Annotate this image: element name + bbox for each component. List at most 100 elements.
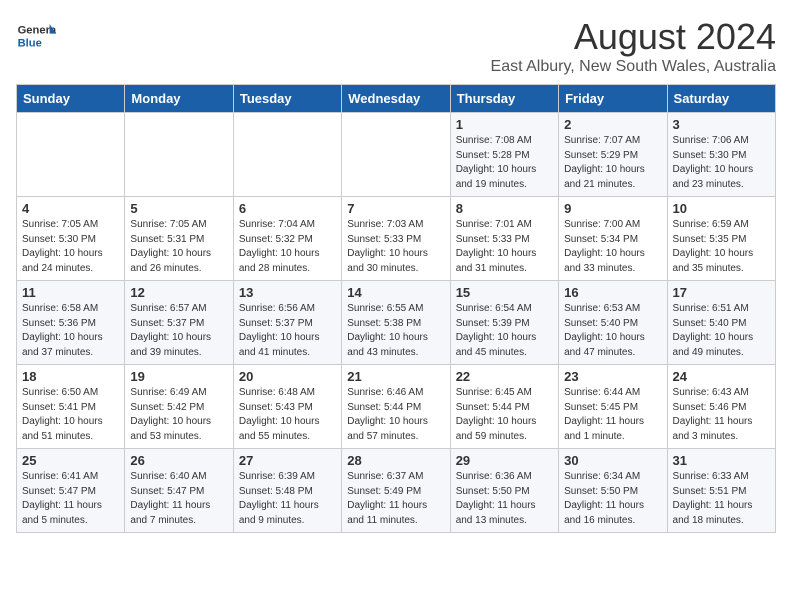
day-info: Sunrise: 6:58 AM Sunset: 5:36 PM Dayligh… <box>22 302 119 360</box>
day-number: 13 <box>239 285 336 300</box>
day-number: 15 <box>456 285 553 300</box>
calendar-cell: 4 Sunrise: 7:05 AM Sunset: 5:30 PM Daylig… <box>17 197 125 281</box>
calendar-week-1: 1 Sunrise: 7:08 AM Sunset: 5:28 PM Daylig… <box>17 113 776 197</box>
logo-icon: General Blue <box>16 16 56 56</box>
logo: General Blue <box>16 16 60 56</box>
calendar-week-2: 4 Sunrise: 7:05 AM Sunset: 5:30 PM Daylig… <box>17 197 776 281</box>
svg-text:Blue: Blue <box>18 37 42 49</box>
day-number: 2 <box>564 117 661 132</box>
day-number: 7 <box>347 201 444 216</box>
day-info: Sunrise: 6:57 AM Sunset: 5:37 PM Dayligh… <box>130 302 227 360</box>
calendar-cell <box>342 113 450 197</box>
day-number: 31 <box>673 453 770 468</box>
day-info: Sunrise: 7:05 AM Sunset: 5:30 PM Dayligh… <box>22 218 119 276</box>
weekday-header-sunday: Sunday <box>17 85 125 113</box>
day-info: Sunrise: 6:40 AM Sunset: 5:47 PM Dayligh… <box>130 470 227 528</box>
location-subtitle: East Albury, New South Wales, Australia <box>491 58 776 76</box>
weekday-header-row: SundayMondayTuesdayWednesdayThursdayFrid… <box>17 85 776 113</box>
calendar-cell: 29 Sunrise: 6:36 AM Sunset: 5:50 PM Dayli… <box>450 449 558 533</box>
calendar-cell: 13Sunrise: 6:56 AM Sunset: 5:37 PM Dayli… <box>233 281 341 365</box>
weekday-header-thursday: Thursday <box>450 85 558 113</box>
day-number: 21 <box>347 369 444 384</box>
day-number: 10 <box>673 201 770 216</box>
day-info: Sunrise: 6:45 AM Sunset: 5:44 PM Dayligh… <box>456 386 553 444</box>
day-number: 17 <box>673 285 770 300</box>
calendar-cell: 15 Sunrise: 6:54 AM Sunset: 5:39 PM Dayli… <box>450 281 558 365</box>
calendar-cell <box>233 113 341 197</box>
day-info: Sunrise: 6:36 AM Sunset: 5:50 PM Dayligh… <box>456 470 553 528</box>
day-number: 30 <box>564 453 661 468</box>
calendar-cell: 8 Sunrise: 7:01 AM Sunset: 5:33 PM Daylig… <box>450 197 558 281</box>
calendar-cell: 3 Sunrise: 7:06 AM Sunset: 5:30 PM Daylig… <box>667 113 775 197</box>
day-info: Sunrise: 6:55 AM Sunset: 5:38 PM Dayligh… <box>347 302 444 360</box>
day-info: Sunrise: 6:34 AM Sunset: 5:50 PM Dayligh… <box>564 470 661 528</box>
day-info: Sunrise: 6:49 AM Sunset: 5:42 PM Dayligh… <box>130 386 227 444</box>
calendar-cell: 17Sunrise: 6:51 AM Sunset: 5:40 PM Dayli… <box>667 281 775 365</box>
calendar-cell: 14 Sunrise: 6:55 AM Sunset: 5:38 PM Dayli… <box>342 281 450 365</box>
day-info: Sunrise: 6:53 AM Sunset: 5:40 PM Dayligh… <box>564 302 661 360</box>
calendar-cell: 28 Sunrise: 6:37 AM Sunset: 5:49 PM Dayli… <box>342 449 450 533</box>
day-info: Sunrise: 7:08 AM Sunset: 5:28 PM Dayligh… <box>456 134 553 192</box>
calendar-cell: 11Sunrise: 6:58 AM Sunset: 5:36 PM Dayli… <box>17 281 125 365</box>
calendar-cell: 16 Sunrise: 6:53 AM Sunset: 5:40 PM Dayli… <box>559 281 667 365</box>
day-number: 23 <box>564 369 661 384</box>
weekday-header-tuesday: Tuesday <box>233 85 341 113</box>
calendar-cell: 5 Sunrise: 7:05 AM Sunset: 5:31 PM Daylig… <box>125 197 233 281</box>
title-area: August 2024 East Albury, New South Wales… <box>491 16 776 76</box>
day-info: Sunrise: 6:48 AM Sunset: 5:43 PM Dayligh… <box>239 386 336 444</box>
day-info: Sunrise: 7:06 AM Sunset: 5:30 PM Dayligh… <box>673 134 770 192</box>
calendar-week-3: 11Sunrise: 6:58 AM Sunset: 5:36 PM Dayli… <box>17 281 776 365</box>
day-number: 28 <box>347 453 444 468</box>
calendar-cell: 24Sunrise: 6:43 AM Sunset: 5:46 PM Dayli… <box>667 365 775 449</box>
calendar-cell: 20Sunrise: 6:48 AM Sunset: 5:43 PM Dayli… <box>233 365 341 449</box>
day-info: Sunrise: 6:59 AM Sunset: 5:35 PM Dayligh… <box>673 218 770 276</box>
day-number: 26 <box>130 453 227 468</box>
day-number: 9 <box>564 201 661 216</box>
day-number: 12 <box>130 285 227 300</box>
weekday-header-friday: Friday <box>559 85 667 113</box>
day-number: 3 <box>673 117 770 132</box>
day-number: 19 <box>130 369 227 384</box>
day-number: 5 <box>130 201 227 216</box>
day-number: 8 <box>456 201 553 216</box>
calendar-cell: 31Sunrise: 6:33 AM Sunset: 5:51 PM Dayli… <box>667 449 775 533</box>
day-info: Sunrise: 7:07 AM Sunset: 5:29 PM Dayligh… <box>564 134 661 192</box>
calendar-cell: 25 Sunrise: 6:41 AM Sunset: 5:47 PM Dayli… <box>17 449 125 533</box>
day-info: Sunrise: 7:05 AM Sunset: 5:31 PM Dayligh… <box>130 218 227 276</box>
day-info: Sunrise: 7:01 AM Sunset: 5:33 PM Dayligh… <box>456 218 553 276</box>
weekday-header-monday: Monday <box>125 85 233 113</box>
day-info: Sunrise: 7:00 AM Sunset: 5:34 PM Dayligh… <box>564 218 661 276</box>
calendar-cell: 2 Sunrise: 7:07 AM Sunset: 5:29 PM Daylig… <box>559 113 667 197</box>
calendar-cell: 12 Sunrise: 6:57 AM Sunset: 5:37 PM Dayli… <box>125 281 233 365</box>
calendar-cell: 7 Sunrise: 7:03 AM Sunset: 5:33 PM Daylig… <box>342 197 450 281</box>
day-number: 14 <box>347 285 444 300</box>
weekday-header-wednesday: Wednesday <box>342 85 450 113</box>
calendar-week-4: 18Sunrise: 6:50 AM Sunset: 5:41 PM Dayli… <box>17 365 776 449</box>
calendar-cell: 27Sunrise: 6:39 AM Sunset: 5:48 PM Dayli… <box>233 449 341 533</box>
day-info: Sunrise: 6:46 AM Sunset: 5:44 PM Dayligh… <box>347 386 444 444</box>
day-number: 27 <box>239 453 336 468</box>
calendar-cell <box>125 113 233 197</box>
day-info: Sunrise: 6:37 AM Sunset: 5:49 PM Dayligh… <box>347 470 444 528</box>
day-number: 29 <box>456 453 553 468</box>
calendar-cell: 10 Sunrise: 6:59 AM Sunset: 5:35 PM Dayli… <box>667 197 775 281</box>
day-number: 25 <box>22 453 119 468</box>
calendar-cell: 18Sunrise: 6:50 AM Sunset: 5:41 PM Dayli… <box>17 365 125 449</box>
day-number: 1 <box>456 117 553 132</box>
calendar-cell: 26 Sunrise: 6:40 AM Sunset: 5:47 PM Dayli… <box>125 449 233 533</box>
calendar-cell: 9 Sunrise: 7:00 AM Sunset: 5:34 PM Daylig… <box>559 197 667 281</box>
calendar-table: SundayMondayTuesdayWednesdayThursdayFrid… <box>16 84 776 533</box>
day-info: Sunrise: 6:43 AM Sunset: 5:46 PM Dayligh… <box>673 386 770 444</box>
calendar-cell: 1 Sunrise: 7:08 AM Sunset: 5:28 PM Daylig… <box>450 113 558 197</box>
calendar-cell: 30 Sunrise: 6:34 AM Sunset: 5:50 PM Dayli… <box>559 449 667 533</box>
calendar-cell: 6Sunrise: 7:04 AM Sunset: 5:32 PM Daylig… <box>233 197 341 281</box>
calendar-week-5: 25 Sunrise: 6:41 AM Sunset: 5:47 PM Dayli… <box>17 449 776 533</box>
day-number: 4 <box>22 201 119 216</box>
day-number: 16 <box>564 285 661 300</box>
page-header: General Blue August 2024 East Albury, Ne… <box>16 16 776 76</box>
day-info: Sunrise: 7:03 AM Sunset: 5:33 PM Dayligh… <box>347 218 444 276</box>
day-info: Sunrise: 6:54 AM Sunset: 5:39 PM Dayligh… <box>456 302 553 360</box>
day-info: Sunrise: 6:44 AM Sunset: 5:45 PM Dayligh… <box>564 386 661 444</box>
month-title: August 2024 <box>491 16 776 58</box>
day-info: Sunrise: 6:41 AM Sunset: 5:47 PM Dayligh… <box>22 470 119 528</box>
